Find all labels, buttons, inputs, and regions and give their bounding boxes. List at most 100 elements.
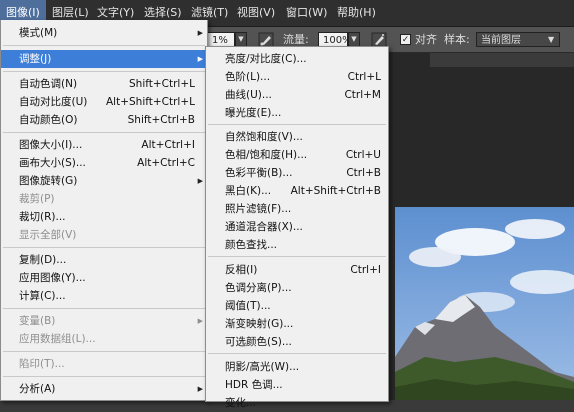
menu-item-calculations[interactable]: 计算(C)... — [1, 287, 207, 305]
menu-item-levels[interactable]: 色阶(L)... Ctrl+L — [206, 68, 388, 86]
submenu-arrow-icon: ▶ — [197, 385, 203, 393]
menu-item-label: 颜色查找... — [225, 239, 278, 251]
menu-item-auto-tone[interactable]: 自动色调(N) Shift+Ctrl+L — [1, 75, 207, 93]
menu-item-trap[interactable]: 陷印(T)... — [1, 355, 207, 373]
opacity-field[interactable]: 1% — [207, 32, 235, 47]
menu-item-label: 阈值(T)... — [225, 300, 271, 312]
menu-item-label: 曲线(U)... — [225, 89, 272, 101]
menu-item-duplicate[interactable]: 复制(D)... — [1, 251, 207, 269]
separator — [3, 351, 205, 352]
menu-item-curves[interactable]: 曲线(U)... Ctrl+M — [206, 86, 388, 104]
menu-item-shortcut: Alt+Ctrl+I — [141, 139, 195, 151]
menu-item-label: 色相/饱和度(H)... — [225, 149, 308, 161]
separator — [3, 71, 205, 72]
sample-dropdown-icon[interactable]: ▼ — [548, 27, 554, 52]
menu-item-canvas-size[interactable]: 画布大小(S)... Alt+Ctrl+C — [1, 154, 207, 172]
menu-item-label: 可选颜色(S)... — [225, 336, 292, 348]
separator — [208, 256, 386, 257]
menu-view[interactable]: 视图(V) — [237, 0, 275, 26]
menu-item-shortcut: Alt+Ctrl+C — [137, 157, 195, 169]
menu-item-label: 变量(B) — [19, 315, 56, 327]
menu-item-threshold[interactable]: 阈值(T)... — [206, 297, 388, 315]
menu-item-photo-filter[interactable]: 照片滤镜(F)... — [206, 200, 388, 218]
sample-label: 样本: — [444, 33, 470, 46]
menu-item-label: 自动色调(N) — [19, 78, 78, 90]
menu-item-shadows-highlights[interactable]: 阴影/高光(W)... — [206, 358, 388, 376]
menu-item-hue-saturation[interactable]: 色相/饱和度(H)... Ctrl+U — [206, 146, 388, 164]
menu-item-image-size[interactable]: 图像大小(I)... Alt+Ctrl+I — [1, 136, 207, 154]
menu-item-mode[interactable]: 模式(M) ▶ — [1, 24, 207, 42]
menu-item-analysis[interactable]: 分析(A) ▶ — [1, 380, 207, 398]
menu-item-auto-color[interactable]: 自动颜色(O) Shift+Ctrl+B — [1, 111, 207, 129]
menu-item-label: 模式(M) — [19, 27, 58, 39]
separator — [3, 247, 205, 248]
menu-item-black-white[interactable]: 黑白(K)... Alt+Shift+Ctrl+B — [206, 182, 388, 200]
document-photo — [395, 207, 574, 400]
menu-item-label: 自动颜色(O) — [19, 114, 78, 126]
menu-item-channel-mixer[interactable]: 通道混合器(X)... — [206, 218, 388, 236]
menu-item-shortcut: Ctrl+M — [344, 89, 381, 101]
menu-item-adjust[interactable]: 调整(J) ▶ — [1, 50, 207, 68]
menu-item-posterize[interactable]: 色调分离(P)... — [206, 279, 388, 297]
menu-item-apply-data-set[interactable]: 应用数据组(L)... — [1, 330, 207, 348]
align-checkbox[interactable]: ✓ — [400, 34, 411, 45]
menu-window[interactable]: 窗口(W) — [286, 0, 327, 26]
menu-help[interactable]: 帮助(H) — [337, 0, 376, 26]
menu-item-shortcut: Ctrl+U — [345, 149, 381, 161]
menu-item-color-balance[interactable]: 色彩平衡(B)... Ctrl+B — [206, 164, 388, 182]
menu-item-invert[interactable]: 反相(I) Ctrl+I — [206, 261, 388, 279]
menu-item-label: 曝光度(E)... — [225, 107, 282, 119]
menu-item-label: 渐变映射(G)... — [225, 318, 294, 330]
menu-item-label: 裁剪(P) — [19, 193, 55, 205]
flow-dropdown[interactable]: ▼ — [348, 32, 360, 47]
menu-item-label: 应用数据组(L)... — [19, 333, 96, 345]
menu-item-label: 色彩平衡(B)... — [225, 167, 293, 179]
submenu-arrow-icon: ▶ — [197, 55, 203, 63]
menu-item-selective-color[interactable]: 可选颜色(S)... — [206, 333, 388, 351]
menu-item-label: 陷印(T)... — [19, 358, 65, 370]
menu-item-label: 图像大小(I)... — [19, 139, 83, 151]
menu-item-label: 通道混合器(X)... — [225, 221, 303, 233]
menu-item-apply-image[interactable]: 应用图像(Y)... — [1, 269, 207, 287]
separator — [3, 308, 205, 309]
menu-item-label: 变化... — [225, 397, 257, 409]
menu-item-exposure[interactable]: 曝光度(E)... — [206, 104, 388, 122]
separator — [208, 353, 386, 354]
menu-item-label: 照片滤镜(F)... — [225, 203, 292, 215]
flow-field[interactable]: 100% — [318, 32, 352, 47]
menu-item-image-rotation[interactable]: 图像旋转(G) ▶ — [1, 172, 207, 190]
menu-item-label: 显示全部(V) — [19, 229, 77, 241]
menu-item-shortcut: Alt+Shift+Ctrl+L — [105, 96, 195, 108]
document-tab[interactable] — [430, 53, 574, 67]
menu-item-shortcut: Ctrl+B — [346, 167, 381, 179]
menu-item-label: 应用图像(Y)... — [19, 272, 86, 284]
menu-item-brightness-contrast[interactable]: 亮度/对比度(C)... — [206, 50, 388, 68]
menu-item-vibrance[interactable]: 自然饱和度(V)... — [206, 128, 388, 146]
submenu-arrow-icon: ▶ — [197, 317, 203, 325]
menu-item-label: 反相(I) — [225, 264, 258, 276]
menu-item-label: 阴影/高光(W)... — [225, 361, 300, 373]
menu-item-label: 裁切(R)... — [19, 211, 66, 223]
menu-item-label: 画布大小(S)... — [19, 157, 86, 169]
separator — [3, 132, 205, 133]
menu-item-label: 分析(A) — [19, 383, 56, 395]
menu-item-reveal-all[interactable]: 显示全部(V) — [1, 226, 207, 244]
menu-item-variables[interactable]: 变量(B) ▶ — [1, 312, 207, 330]
menu-item-label: 色阶(L)... — [225, 71, 271, 83]
menu-item-crop[interactable]: 裁剪(P) — [1, 190, 207, 208]
menu-item-shortcut: Shift+Ctrl+L — [129, 78, 195, 90]
menu-item-variations[interactable]: 变化... — [206, 394, 388, 412]
adjustments-submenu: 亮度/对比度(C)... 色阶(L)... Ctrl+L 曲线(U)... Ct… — [205, 46, 389, 409]
menu-item-shortcut: Shift+Ctrl+B — [127, 114, 195, 126]
menu-item-hdr-toning[interactable]: HDR 色调... — [206, 376, 388, 394]
menu-item-trim[interactable]: 裁切(R)... — [1, 208, 207, 226]
opacity-dropdown[interactable]: ▼ — [235, 32, 247, 47]
menu-item-shortcut: Alt+Shift+Ctrl+B — [290, 185, 381, 197]
menu-item-auto-contrast[interactable]: 自动对比度(U) Alt+Shift+Ctrl+L — [1, 93, 207, 111]
submenu-arrow-icon: ▶ — [197, 177, 203, 185]
align-label: 对齐 — [415, 33, 437, 46]
menu-item-shortcut: Ctrl+L — [347, 71, 381, 83]
menu-item-label: 计算(C)... — [19, 290, 66, 302]
menu-item-gradient-map[interactable]: 渐变映射(G)... — [206, 315, 388, 333]
menu-item-color-lookup[interactable]: 颜色查找... — [206, 236, 388, 254]
